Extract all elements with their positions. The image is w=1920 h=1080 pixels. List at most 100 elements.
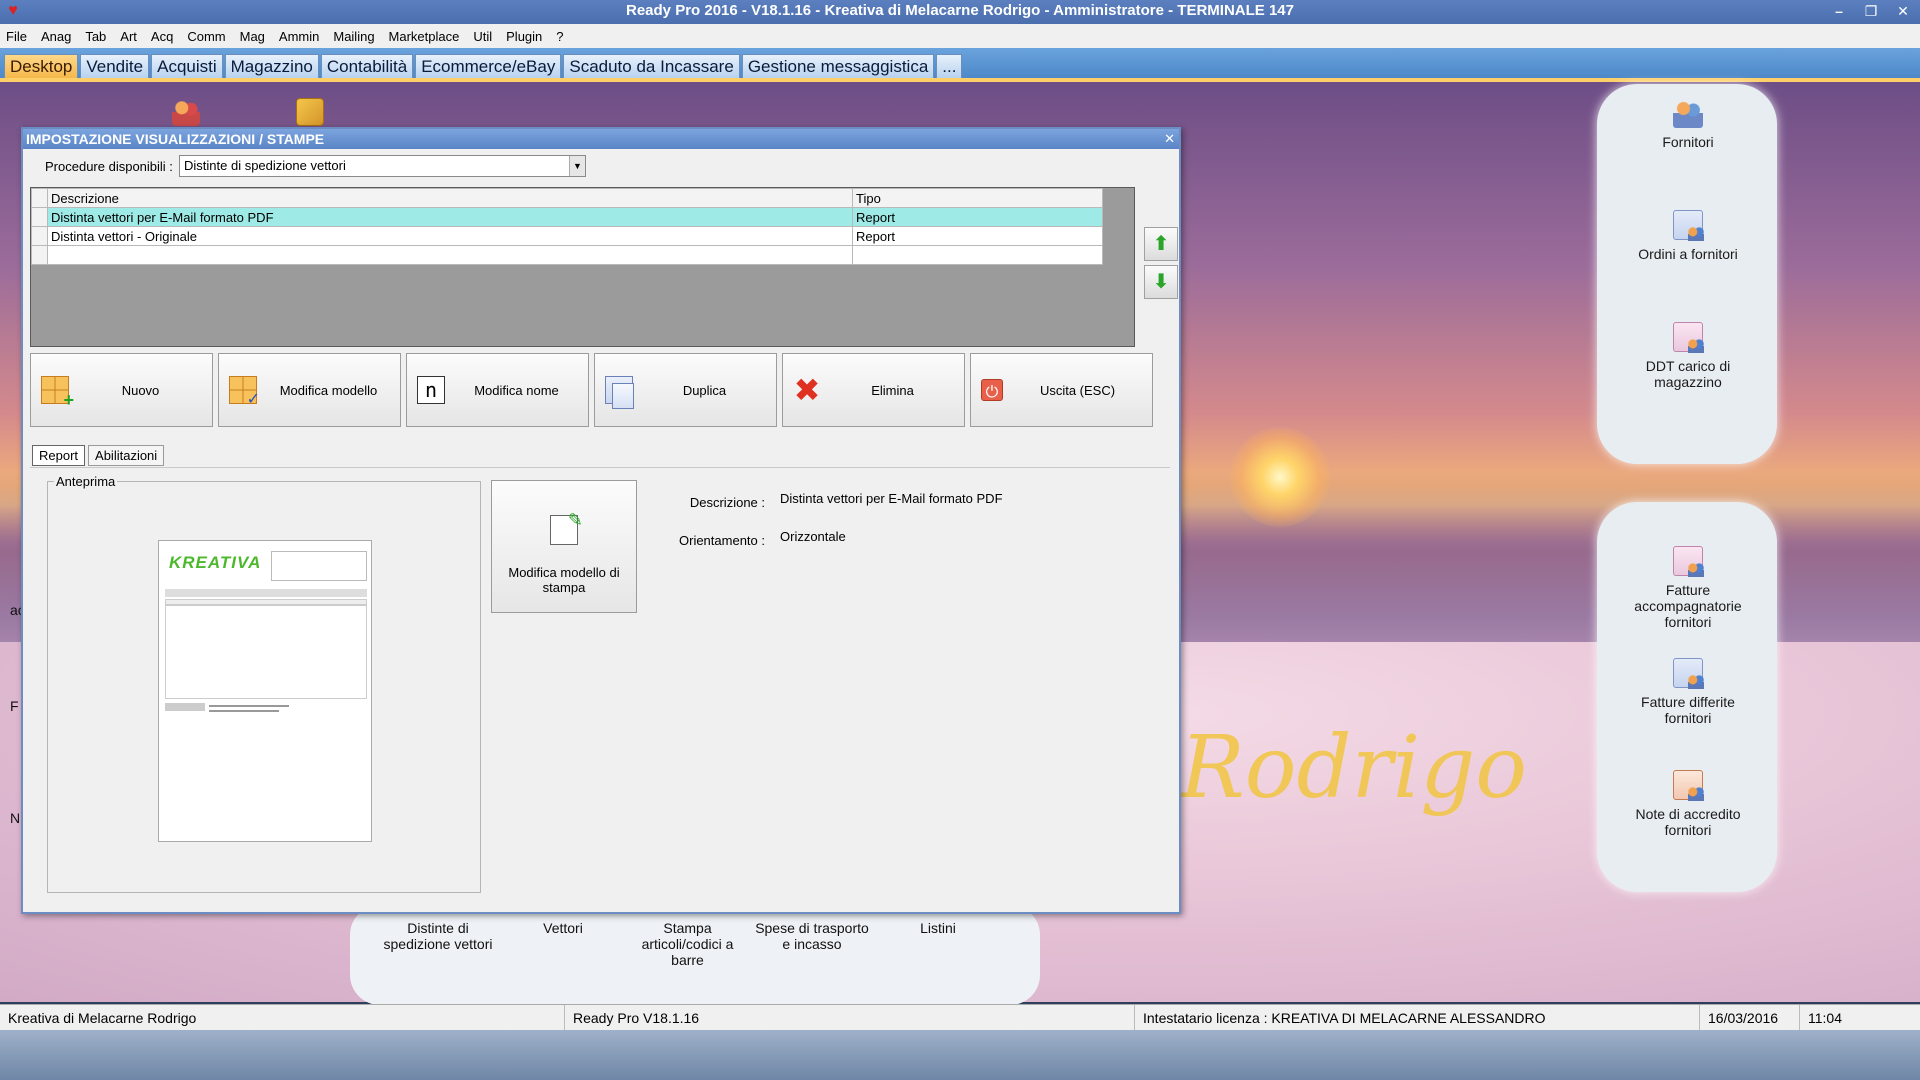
document-people-icon (1673, 658, 1704, 689)
column-header-tipo[interactable]: Tipo (852, 188, 1103, 208)
desktop-icon-label: Note di accredito fornitori (1635, 806, 1741, 838)
rename-icon: n (417, 376, 445, 404)
exit-icon: ⏻ (981, 379, 1003, 401)
menu-anag[interactable]: Anag (41, 29, 71, 44)
tab-vendite[interactable]: Vendite (80, 54, 150, 78)
cell-descrizione[interactable] (47, 245, 853, 265)
desktop-icon-fatture-differite[interactable]: Fatture differite fornitori (1623, 658, 1753, 726)
chevron-down-icon[interactable]: ▼ (569, 156, 585, 176)
menu-comm[interactable]: Comm (187, 29, 225, 44)
tab-messaggistica[interactable]: Gestione messaggistica (741, 54, 935, 78)
tab-acquisti[interactable]: Acquisti (151, 54, 223, 78)
table-row[interactable]: Distinta vettori per E-Mail formato PDF … (31, 207, 1103, 227)
tab-divider (30, 467, 1170, 468)
desktop-icon-vettori[interactable]: Vettori (520, 920, 606, 936)
desktop-icon-fornitori[interactable]: Fornitori (1623, 98, 1753, 150)
delete-button[interactable]: ✖ Elimina (782, 353, 965, 427)
cell-descrizione[interactable]: Distinta vettori - Originale (47, 226, 853, 246)
preview-legend: Anteprima (54, 474, 118, 489)
rename-button[interactable]: n Modifica nome (406, 353, 589, 427)
tab-contabilita[interactable]: Contabilità (320, 54, 414, 78)
duplicate-button-label: Duplica (682, 382, 727, 398)
document-people-icon (1673, 546, 1704, 577)
restore-icon[interactable]: ❐ (1860, 2, 1882, 20)
exit-button-label: Uscita (ESC) (1039, 382, 1116, 398)
status-time: 11:04 (1808, 1010, 1842, 1026)
window-title: Ready Pro 2016 - V18.1.16 - Kreativa di … (626, 2, 1294, 19)
row-header-cell (31, 207, 48, 227)
dialog-toolbar: Nuovo Modifica modello n Modifica nome D… (30, 353, 1153, 427)
box-icon[interactable] (296, 98, 324, 126)
menu-file[interactable]: File (6, 29, 27, 44)
tab-report[interactable]: Report (32, 445, 86, 466)
menu-tab[interactable]: Tab (85, 29, 106, 44)
menu-util[interactable]: Util (473, 29, 492, 44)
menu-help[interactable]: ? (556, 29, 563, 44)
document-people-icon (1673, 210, 1704, 241)
row-header-cell (31, 245, 48, 265)
preview-subject-bar (165, 589, 367, 597)
menu-art[interactable]: Art (120, 29, 137, 44)
add-grid-icon (41, 376, 74, 411)
move-up-button[interactable]: ⬆ (1144, 227, 1178, 261)
menu-mag[interactable]: Mag (240, 29, 265, 44)
preview-logo: KREATIVA (169, 553, 262, 572)
menu-plugin[interactable]: Plugin (506, 29, 542, 44)
column-header-descrizione[interactable]: Descrizione (47, 188, 853, 208)
arrow-up-icon: ⬆ (1152, 233, 1170, 255)
procedure-select[interactable]: Distinte di spedizione vettori ▼ (179, 155, 586, 177)
table-row[interactable] (31, 245, 1103, 265)
edit-model-button[interactable]: Modifica modello (218, 353, 401, 427)
reports-grid-area: Descrizione Tipo Distinta vettori per E-… (30, 187, 1135, 347)
cell-tipo[interactable]: Report (852, 226, 1103, 246)
cell-descrizione[interactable]: Distinta vettori per E-Mail formato PDF (47, 207, 853, 227)
status-license: Intestatario licenza : KREATIVA DI MELAC… (1135, 1005, 1700, 1031)
tab-magazzino[interactable]: Magazzino (224, 54, 319, 78)
move-down-button[interactable]: ⬇ (1144, 265, 1178, 299)
preview-footer-label (165, 703, 205, 711)
desktop-icon-note-accredito[interactable]: Note di accredito fornitori (1623, 770, 1753, 838)
new-button-label: Nuovo (121, 382, 160, 398)
tab-abilitazioni[interactable]: Abilitazioni (88, 445, 165, 466)
document-people-icon (1673, 322, 1704, 353)
menu-acq[interactable]: Acq (151, 29, 173, 44)
desktop-icon-ordini-fornitori[interactable]: Ordini a fornitori (1623, 210, 1753, 262)
desktop-icon-label: Fatture differite fornitori (1641, 694, 1735, 726)
status-bar: Kreativa di Melacarne Rodrigo Ready Pro … (0, 1004, 1920, 1031)
exit-button[interactable]: ⏻ Uscita (ESC) (970, 353, 1153, 427)
close-icon[interactable]: ✕ (1892, 2, 1914, 20)
menu-mailing[interactable]: Mailing (333, 29, 374, 44)
new-button[interactable]: Nuovo (30, 353, 213, 427)
desktop-icon-listini[interactable]: Listini (895, 920, 981, 936)
table-row[interactable]: Distinta vettori - Originale Report (31, 226, 1103, 246)
tab-desktop[interactable]: Desktop (4, 54, 79, 78)
copy-icon (605, 376, 634, 409)
window-controls: – ❐ ✕ (1828, 2, 1914, 20)
main-tab-bar: Desktop Vendite Acquisti Magazzino Conta… (0, 48, 1920, 78)
desktop-icon-stampa-articoli[interactable]: Stampa articoli/codici a barre (635, 920, 740, 968)
menu-marketplace[interactable]: Marketplace (389, 29, 460, 44)
desktop-icon-distinte[interactable]: Distinte di spedizione vettori (378, 920, 498, 952)
minimize-icon[interactable]: – (1828, 2, 1850, 20)
dialog-title: IMPOSTAZIONE VISUALIZZAZIONI / STAMPE (26, 131, 325, 147)
document-people-icon (1673, 770, 1704, 801)
desktop-icon-spese-trasporto[interactable]: Spese di trasporto e incasso (752, 920, 872, 952)
descrizione-label: Descrizione : (689, 495, 765, 510)
cell-tipo[interactable]: Report (852, 207, 1103, 227)
tab-scaduto[interactable]: Scaduto da Incassare (563, 54, 740, 78)
tab-more[interactable]: ... (936, 54, 963, 78)
people-icon[interactable] (172, 98, 200, 126)
close-icon[interactable]: ✕ (1164, 129, 1175, 149)
edit-grid-icon (229, 376, 260, 409)
rename-button-label: Modifica nome (474, 382, 559, 398)
desktop-icon-fatture-accompagnatorie[interactable]: Fatture accompagnatorie fornitori (1623, 546, 1753, 630)
procedure-label: Procedure disponibili : (45, 159, 173, 174)
cell-tipo[interactable] (852, 245, 1103, 265)
edit-print-model-button[interactable]: Modifica modello di stampa (491, 480, 637, 613)
desktop-icon-ddt-carico[interactable]: DDT carico di magazzino (1623, 322, 1753, 390)
desktop-watermark: Rodrigo (1180, 718, 1528, 818)
duplicate-button[interactable]: Duplica (594, 353, 777, 427)
tab-ecommerce[interactable]: Ecommerce/eBay (415, 54, 562, 78)
menu-ammin[interactable]: Ammin (279, 29, 319, 44)
status-version: Ready Pro V18.1.16 (565, 1005, 1135, 1031)
